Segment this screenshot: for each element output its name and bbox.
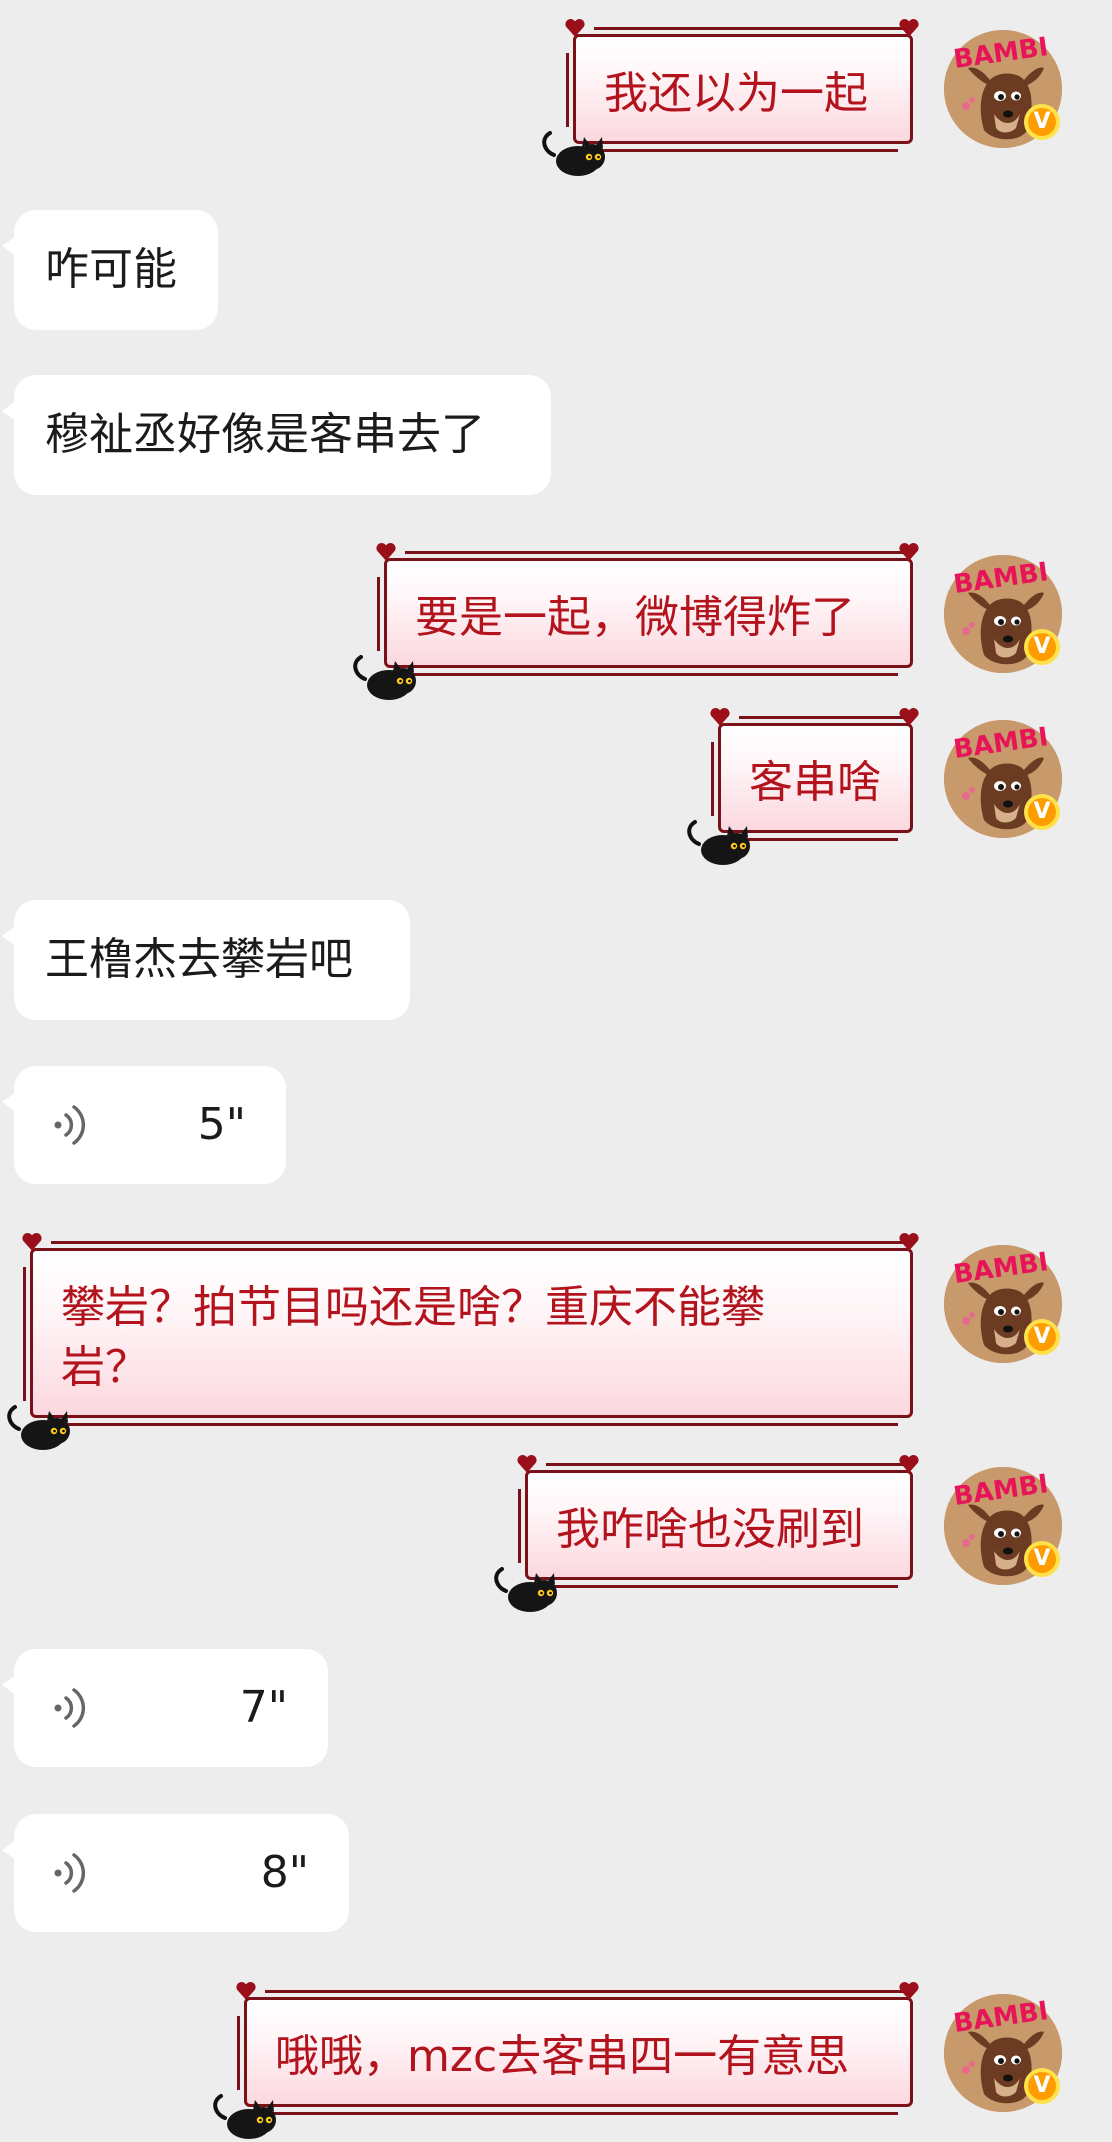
voice-duration: 5" — [197, 1099, 246, 1150]
outgoing-message-bubble[interactable]: 要是一起，微博得炸了 — [384, 558, 913, 668]
verified-badge: V — [1024, 104, 1060, 140]
message-text: 客串啥 — [749, 757, 881, 808]
voice-duration: 8" — [260, 1847, 309, 1898]
voice-message-bubble[interactable]: 7" — [2, 1649, 328, 1767]
avatar[interactable]: V — [944, 1467, 1062, 1585]
outgoing-message-bubble[interactable]: 哦哦，mzc去客串四一有意思 — [244, 1997, 913, 2107]
voice-wave-icon — [50, 1681, 94, 1735]
avatar[interactable]: V — [944, 720, 1062, 838]
verified-badge: V — [1024, 794, 1060, 830]
black-cat-icon — [209, 2088, 283, 2142]
incoming-message-bubble[interactable]: 咋可能 — [2, 210, 218, 330]
outgoing-message-bubble[interactable]: 客串啥 — [718, 723, 913, 833]
black-cat-icon — [349, 649, 423, 703]
heart-icon — [709, 706, 731, 728]
outgoing-message-bubble[interactable]: 攀岩？拍节目吗还是啥？重庆不能攀岩？ — [30, 1248, 913, 1418]
heart-icon — [898, 1231, 920, 1253]
voice-message-bubble[interactable]: 5" — [2, 1066, 286, 1184]
message-text: 我咋啥也没刷到 — [556, 1504, 864, 1555]
heart-icon — [898, 1453, 920, 1475]
verified-badge: V — [1024, 1319, 1060, 1355]
voice-wave-icon — [50, 1098, 94, 1152]
avatar[interactable]: V — [944, 555, 1062, 673]
heart-icon — [898, 706, 920, 728]
avatar[interactable]: V — [944, 30, 1062, 148]
heart-icon — [235, 1980, 257, 2002]
message-text: 王橹杰去攀岩吧 — [45, 934, 353, 985]
heart-icon — [898, 17, 920, 39]
black-cat-icon — [490, 1561, 564, 1615]
voice-wave-icon — [50, 1846, 94, 1900]
message-text: 穆祉丞好像是客串去了 — [45, 409, 485, 460]
avatar[interactable]: V — [944, 1245, 1062, 1363]
message-text: 要是一起，微博得炸了 — [415, 592, 855, 643]
verified-badge: V — [1024, 2068, 1060, 2104]
voice-duration: 7" — [239, 1682, 288, 1733]
message-text: 我还以为一起 — [604, 68, 868, 119]
avatar[interactable]: V — [944, 1994, 1062, 2112]
message-text: 哦哦，mzc去客串四一有意思 — [275, 2031, 850, 2082]
black-cat-icon — [683, 814, 757, 868]
incoming-message-bubble[interactable]: 王橹杰去攀岩吧 — [2, 900, 410, 1020]
message-text: 攀岩？拍节目吗还是啥？重庆不能攀岩？ — [61, 1282, 765, 1393]
verified-badge: V — [1024, 629, 1060, 665]
heart-icon — [898, 541, 920, 563]
heart-icon — [898, 1980, 920, 2002]
voice-message-bubble[interactable]: 8" — [2, 1814, 349, 1932]
heart-icon — [375, 541, 397, 563]
message-text: 咋可能 — [45, 244, 177, 295]
black-cat-icon — [538, 125, 612, 179]
heart-icon — [564, 17, 586, 39]
heart-icon — [516, 1453, 538, 1475]
outgoing-message-bubble[interactable]: 我咋啥也没刷到 — [525, 1470, 913, 1580]
outgoing-message-bubble[interactable]: 我还以为一起 — [573, 34, 913, 144]
black-cat-icon — [3, 1399, 77, 1453]
incoming-message-bubble[interactable]: 穆祉丞好像是客串去了 — [2, 375, 551, 495]
heart-icon — [21, 1231, 43, 1253]
verified-badge: V — [1024, 1541, 1060, 1577]
